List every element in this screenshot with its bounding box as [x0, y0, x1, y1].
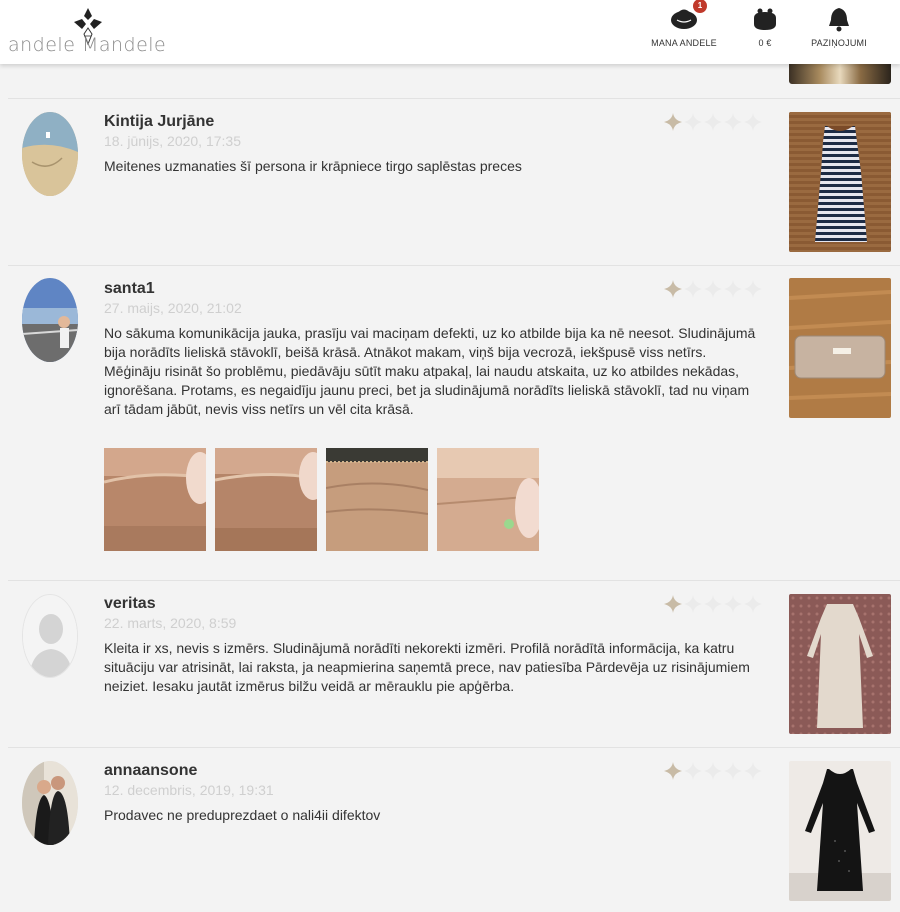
- rating-stars: [664, 762, 764, 782]
- product-image[interactable]: [789, 112, 891, 252]
- review-photos: [104, 448, 539, 551]
- avatar[interactable]: [22, 594, 78, 678]
- review-item: Kintija Jurjāne 18. jūnijs, 2020, 17:35 …: [8, 99, 900, 265]
- review-photo[interactable]: [437, 448, 539, 551]
- reviewer-name[interactable]: annaansone: [104, 762, 197, 780]
- reviewer-name[interactable]: Kintija Jurjāne: [104, 113, 214, 131]
- star-icon: [724, 595, 742, 613]
- nav-notifications[interactable]: PAZIŅOJUMI: [806, 6, 872, 48]
- review-text: No sākuma komunikācija jauka, prasīju va…: [104, 325, 756, 417]
- rating-stars: [664, 113, 764, 133]
- star-icon: [664, 113, 682, 131]
- wallet-icon: [754, 8, 776, 30]
- star-icon: [684, 762, 702, 780]
- star-icon: [724, 762, 742, 780]
- avatar[interactable]: [22, 761, 78, 845]
- product-image[interactable]: [789, 761, 891, 901]
- product-image[interactable]: [789, 278, 891, 418]
- bell-icon: [829, 8, 849, 32]
- nav-mana-andele[interactable]: 1 MANA ANDELE: [648, 0, 720, 48]
- review-date: 12. decembris, 2019, 19:31: [104, 782, 274, 798]
- top-navigation-bar: andele Mandele 1 MANA ANDELE 0 € PAZIŅOJ…: [0, 0, 900, 64]
- star-icon: [664, 762, 682, 780]
- star-icon: [744, 595, 762, 613]
- star-icon: [744, 113, 762, 131]
- star-icon: [704, 762, 722, 780]
- nav-label-notifications: PAZIŅOJUMI: [811, 38, 867, 48]
- reviewer-name[interactable]: veritas: [104, 595, 156, 613]
- review-photo[interactable]: [104, 448, 206, 551]
- review-item: santa1 27. maijs, 2020, 21:02 No sākuma …: [8, 266, 900, 580]
- andele-logo[interactable]: andele Mandele: [8, 4, 168, 60]
- star-icon: [704, 595, 722, 613]
- review-date: 18. jūnijs, 2020, 17:35: [104, 133, 241, 149]
- rating-stars: [664, 595, 764, 615]
- reviewer-name[interactable]: santa1: [104, 280, 155, 298]
- star-icon: [724, 113, 742, 131]
- logo-text: andele Mandele: [8, 34, 167, 56]
- avatar[interactable]: [22, 112, 78, 196]
- review-date: 22. marts, 2020, 8:59: [104, 615, 237, 631]
- reviews-feed[interactable]: Kintija Jurjāne 18. jūnijs, 2020, 17:35 …: [8, 64, 900, 912]
- review-text: Meitenes uzmanaties šī persona ir krāpni…: [104, 158, 522, 174]
- star-icon: [704, 280, 722, 298]
- review-item: annaansone 12. decembris, 2019, 19:31 Pr…: [8, 748, 900, 912]
- review-photo[interactable]: [215, 448, 317, 551]
- star-icon: [684, 280, 702, 298]
- star-icon: [684, 113, 702, 131]
- product-image[interactable]: [789, 594, 891, 734]
- star-icon: [744, 280, 762, 298]
- star-icon: [704, 113, 722, 131]
- avatar[interactable]: [22, 278, 78, 362]
- nav-label-balance: 0 €: [758, 38, 772, 48]
- nav-wallet-balance[interactable]: 0 €: [742, 6, 788, 48]
- review-text: Prodavec ne preduprezdaet o nali4ii dife…: [104, 807, 381, 823]
- review-item: veritas 22. marts, 2020, 8:59 Kleita ir …: [8, 581, 900, 747]
- previous-product-image[interactable]: [789, 64, 891, 84]
- star-icon: [744, 762, 762, 780]
- nav-label-mana-andele: MANA ANDELE: [651, 38, 717, 48]
- star-icon: [724, 280, 742, 298]
- star-icon: [664, 280, 682, 298]
- rating-stars: [664, 280, 764, 300]
- review-photo[interactable]: [326, 448, 428, 551]
- star-icon: [664, 595, 682, 613]
- notification-count-badge: 1: [693, 0, 707, 13]
- review-text: Kleita ir xs, nevis s izmērs. Sludinājum…: [104, 640, 750, 694]
- review-date: 27. maijs, 2020, 21:02: [104, 300, 242, 316]
- star-icon: [684, 595, 702, 613]
